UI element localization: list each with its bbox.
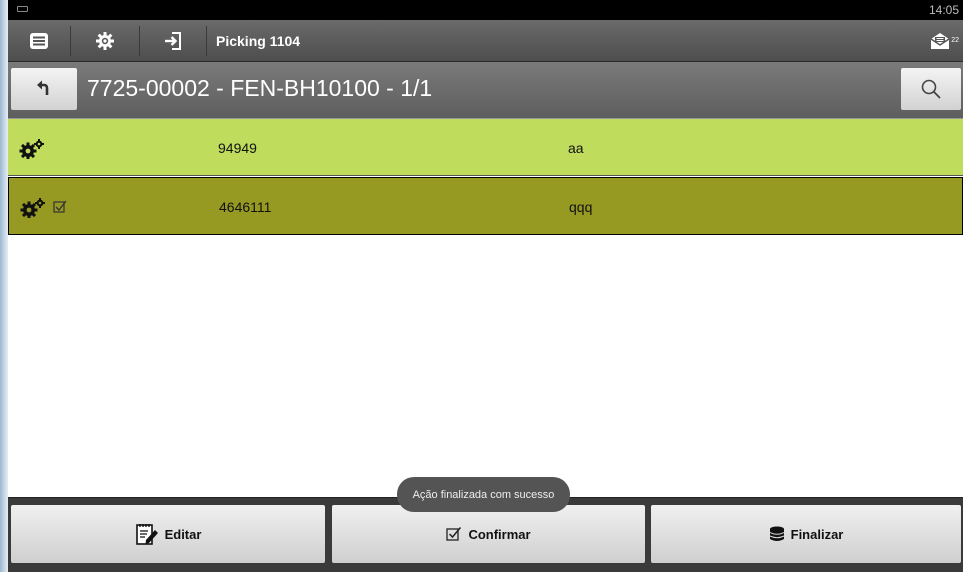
database-icon [769,526,784,541]
settings-button[interactable] [71,20,139,62]
item-description: qqq [569,199,593,215]
edit-icon [135,524,158,545]
list-icon [30,33,48,49]
checkbox-icon[interactable] [53,200,67,214]
checkbox-icon [446,527,462,541]
edit-label: Editar [164,526,202,542]
item-code: 4646111 [219,199,272,215]
finalize-label: Finalizar [790,526,844,542]
sign-in-icon [165,32,181,50]
confirm-label: Confirmar [468,526,531,542]
menu-button[interactable] [8,20,70,62]
mail-icon [930,33,950,49]
separator [206,26,207,56]
gears-icon [20,198,45,218]
gears-icon [19,139,44,159]
item-description: aa [568,140,584,156]
edit-button[interactable]: Editar [11,505,325,563]
search-button[interactable] [901,68,961,110]
login-button[interactable] [140,20,206,62]
mail-count: 22 [951,36,959,44]
search-icon [921,79,941,99]
items-list: 94949 aa 4646111 qqq [8,118,963,497]
clock: 14:05 [928,3,959,17]
messages-button[interactable]: 22 [930,20,959,62]
back-button[interactable] [11,68,77,110]
back-arrow-icon [37,80,49,95]
gear-icon [96,32,114,50]
document-title: 7725-00002 - FEN-BH10100 - 1/1 [87,75,433,101]
screen-title: Picking 1104 [216,33,301,49]
keyboard-icon [17,6,28,12]
sub-header: 7725-00002 - FEN-BH10100 - 1/1 [8,62,963,118]
list-item[interactable]: 94949 aa [8,118,963,176]
confirm-button[interactable]: Confirmar [332,505,645,563]
list-item[interactable]: 4646111 qqq [8,177,963,235]
item-code: 94949 [218,140,257,156]
app-window: 14:05 Picking 1104 22 7725-00002 - FEN-B… [8,0,963,572]
finalize-button[interactable]: Finalizar [651,505,961,563]
desktop-edge [0,0,8,572]
action-bar: Picking 1104 22 [8,20,963,62]
status-bar: 14:05 [8,0,963,20]
toast-message: Ação finalizada com sucesso [397,477,570,512]
